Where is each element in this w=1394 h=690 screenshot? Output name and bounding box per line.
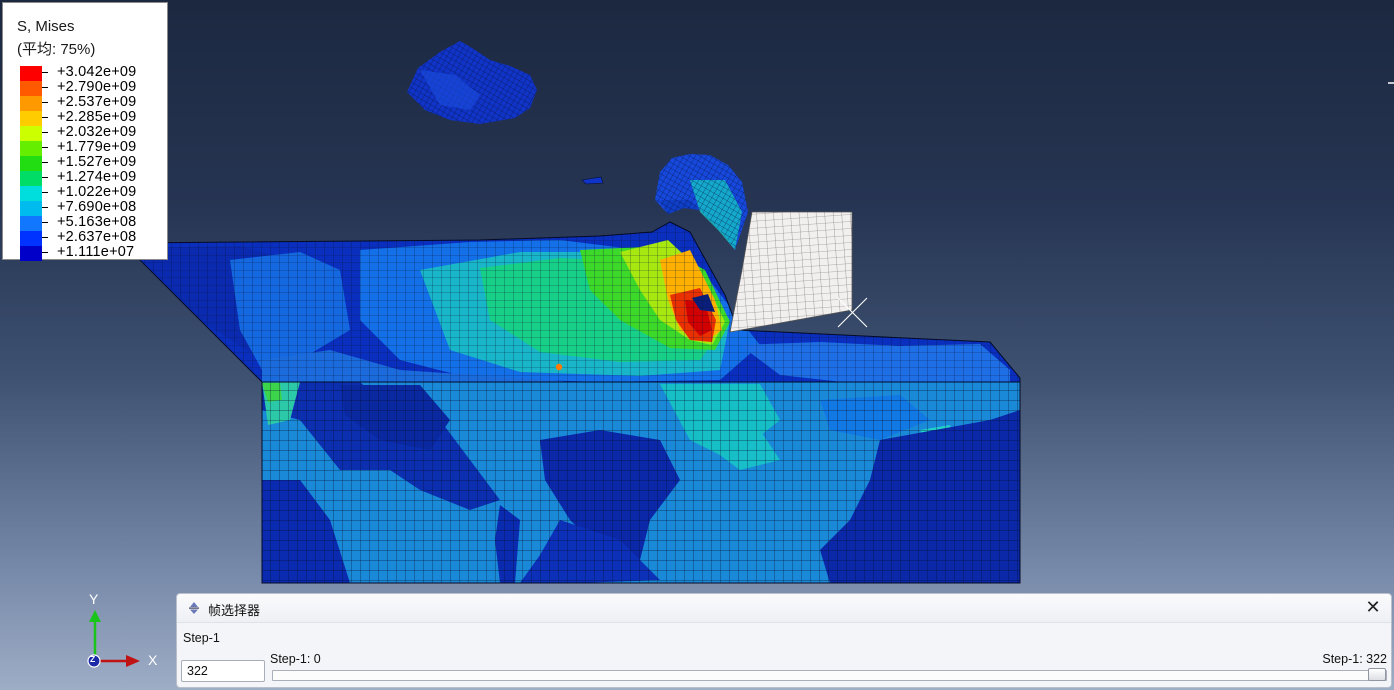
legend-entry: +3.042e+09 xyxy=(17,64,167,81)
legend-swatch xyxy=(20,201,42,216)
legend-swatch xyxy=(20,171,42,186)
legend-entry: +7.690e+08 xyxy=(17,199,167,216)
legend-value: +7.690e+08 xyxy=(57,199,137,215)
legend-title: S, Mises xyxy=(17,18,75,35)
legend-swatch xyxy=(20,141,42,156)
legend-value: +1.274e+09 xyxy=(57,169,137,185)
legend-swatch xyxy=(20,66,42,81)
triad-x-label: X xyxy=(148,652,158,668)
legend-entry: +1.022e+09 xyxy=(17,184,167,201)
legend-entry: +1.779e+09 xyxy=(17,139,167,156)
legend-swatch xyxy=(20,186,42,201)
legend-entry: +2.537e+09 xyxy=(17,94,167,111)
legend-value: +1.527e+09 xyxy=(57,154,137,170)
contour-legend: S, Mises (平均: 75%) +3.042e+09 +2.790e+09 +… xyxy=(2,2,168,261)
legend-swatch xyxy=(20,231,42,246)
legend-tick xyxy=(42,147,48,148)
close-icon: ✕ xyxy=(1365,597,1381,617)
legend-tick xyxy=(42,162,48,163)
cutting-tool xyxy=(729,211,853,333)
legend-entry: +1.527e+09 xyxy=(17,154,167,171)
legend-value: +2.637e+08 xyxy=(57,229,137,245)
legend-value: +3.042e+09 xyxy=(57,64,137,80)
dialog-header[interactable]: 帧选择器 ✕ xyxy=(177,594,1391,623)
legend-swatch xyxy=(20,216,42,231)
model-viewport[interactable] xyxy=(0,0,1394,690)
legend-swatch xyxy=(20,156,42,171)
legend-entry: +2.790e+09 xyxy=(17,79,167,96)
legend-tick xyxy=(42,222,48,223)
frame-selector-dialog: 帧选择器 ✕ Step-1 Step-1: 0 Step-1: 322 xyxy=(176,593,1392,688)
legend-tick xyxy=(42,87,48,88)
legend-swatch xyxy=(20,111,42,126)
node-marker xyxy=(555,363,563,371)
legend-tick xyxy=(42,117,48,118)
legend-tick xyxy=(42,237,48,238)
legend-entry: +1.111e+07 xyxy=(17,244,167,261)
legend-subtitle: (平均: 75%) xyxy=(17,41,96,58)
legend-entry: +2.032e+09 xyxy=(17,124,167,141)
chip-fragment xyxy=(407,41,604,185)
legend-tick xyxy=(42,192,48,193)
legend-entry: +2.637e+08 xyxy=(17,229,167,246)
legend-value: +2.285e+09 xyxy=(57,109,137,125)
legend-tick xyxy=(42,207,48,208)
legend-tick xyxy=(42,177,48,178)
legend-tick xyxy=(42,102,48,103)
dialog-title: 帧选择器 xyxy=(208,603,261,618)
close-button[interactable]: ✕ xyxy=(1363,597,1383,617)
legend-value: +2.537e+09 xyxy=(57,94,137,110)
slider-max-label: Step-1: 322 xyxy=(1322,652,1387,666)
legend-entry: +1.274e+09 xyxy=(17,169,167,186)
frame-number-input[interactable] xyxy=(181,660,265,682)
legend-entry: +2.285e+09 xyxy=(17,109,167,126)
legend-tick xyxy=(42,72,48,73)
step-label: Step-1 xyxy=(183,631,220,645)
workpiece-upper xyxy=(121,221,1021,385)
legend-value: +1.111e+07 xyxy=(57,244,135,260)
reference-point-marker xyxy=(837,297,868,328)
legend-value: +5.163e+08 xyxy=(57,214,137,230)
legend-tick xyxy=(42,132,48,133)
legend-swatch xyxy=(20,81,42,96)
legend-swatch xyxy=(20,246,42,261)
legend-tick xyxy=(42,252,48,253)
legend-value: +2.032e+09 xyxy=(57,124,137,140)
frame-selector-icon xyxy=(189,602,199,614)
legend-value: +1.779e+09 xyxy=(57,139,137,155)
triad-y-label: Y xyxy=(89,591,99,607)
workpiece-lower xyxy=(261,381,1021,584)
orientation-triad: Y X Z xyxy=(70,588,170,678)
legend-value: +2.790e+09 xyxy=(57,79,137,95)
legend-entry: +5.163e+08 xyxy=(17,214,167,231)
slider-min-label: Step-1: 0 xyxy=(270,652,321,666)
frame-slider-handle[interactable] xyxy=(1368,668,1386,681)
triad-z-label: Z xyxy=(90,654,96,664)
legend-swatch xyxy=(20,126,42,141)
frame-slider[interactable] xyxy=(272,668,1387,681)
legend-swatch xyxy=(20,96,42,111)
legend-value: +1.022e+09 xyxy=(57,184,137,200)
